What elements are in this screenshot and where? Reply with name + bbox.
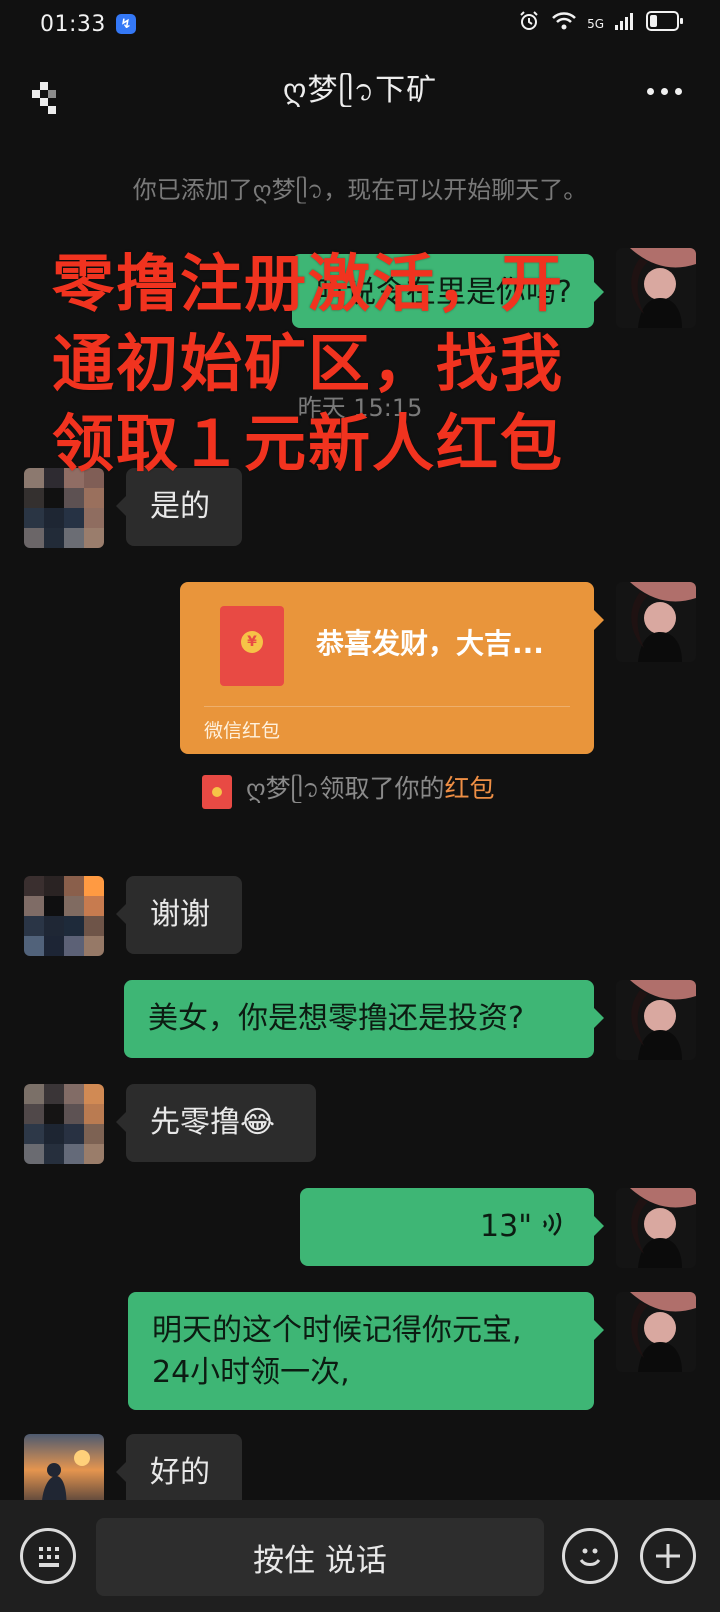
voice-wave-icon: [540, 1213, 564, 1241]
red-packet-claimed-notice: ღ梦ᥫ᭡领取了你的红包: [202, 772, 495, 812]
message-text: 美女，你是想零撸还是投资?: [148, 1001, 524, 1036]
battery-icon: [646, 10, 684, 38]
coin-icon: ¥: [241, 631, 263, 653]
message-line-1: 明天的这个时候记得你元宝,: [152, 1313, 522, 1348]
timestamp: 昨天 15:15: [297, 394, 423, 422]
signal-icon: [614, 11, 636, 37]
emoji-icon[interactable]: [562, 1528, 618, 1584]
self-avatar[interactable]: [616, 582, 696, 662]
self-avatar[interactable]: [616, 1188, 696, 1268]
friend-added-notice: 你已添加了ღ梦ᥫ᭡，现在可以开始聊天了。: [132, 176, 588, 204]
message-bubble-contact-1[interactable]: 是的: [116, 468, 242, 546]
status-left: 01:33 ↯: [40, 12, 136, 37]
contact-avatar[interactable]: [24, 876, 104, 956]
more-options-icon[interactable]: [647, 88, 682, 95]
back-icon[interactable]: [32, 82, 60, 118]
input-toolbar: 按住 说话: [0, 1500, 720, 1612]
message-bubble-self-4[interactable]: 明天的这个时候记得你元宝, 24小时领一次,: [128, 1292, 604, 1410]
keyboard-icon[interactable]: [20, 1528, 76, 1584]
alarm-icon: [517, 9, 541, 39]
voice-duration: 13": [480, 1209, 532, 1244]
chat-title: ღ梦ᥫ᭡下矿: [282, 72, 438, 108]
voice-message-bubble[interactable]: 13": [300, 1188, 604, 1266]
notification-app-icon: ↯: [115, 14, 136, 34]
status-right: 5G: [517, 9, 684, 39]
message-bubble-contact-2[interactable]: 谢谢: [116, 876, 242, 954]
red-packet-envelope-icon: ¥: [220, 606, 284, 686]
claim-prefix: ღ梦ᥫ᭡领取了你的: [246, 773, 445, 803]
red-packet-label: 微信红包: [204, 720, 281, 742]
message-text: 谢谢: [150, 897, 210, 932]
self-avatar[interactable]: [616, 248, 696, 328]
message-text: 是的: [150, 489, 210, 524]
self-avatar[interactable]: [616, 1292, 696, 1372]
message-bubble-contact-4[interactable]: 好的: [116, 1434, 242, 1500]
voice-message-content: 13": [324, 1206, 564, 1248]
message-line-2: 24小时领一次,: [152, 1355, 350, 1390]
wifi-icon: [551, 10, 577, 38]
plus-icon[interactable]: [640, 1528, 696, 1584]
red-packet-link[interactable]: 红包: [445, 774, 495, 803]
status-time: 01:33: [40, 11, 106, 37]
network-label: 5G: [587, 17, 604, 31]
message-area[interactable]: 你已添加了ღ梦ᥫ᭡，现在可以开始聊天了。 听说令在里是你吗? 昨天 15:15: [0, 138, 720, 1514]
self-avatar[interactable]: [616, 980, 696, 1060]
red-packet-small-icon: [202, 775, 232, 809]
red-packet-card[interactable]: ¥ 恭喜发财，大吉... 微信红包: [180, 582, 604, 754]
message-text: 好的: [150, 1455, 210, 1490]
red-packet-divider: [204, 706, 570, 707]
hold-to-talk-button[interactable]: 按住 说话: [96, 1518, 544, 1596]
chat-titlebar: ღ梦ᥫ᭡下矿: [0, 48, 720, 138]
contact-avatar[interactable]: [24, 1084, 104, 1164]
status-bar: 01:33 ↯ 5G: [0, 0, 720, 48]
message-bubble-self-1[interactable]: 听说令在里是你吗?: [292, 254, 604, 328]
wechat-chat-screen: 01:33 ↯ 5G ღ梦ᥫ᭡下矿 你已添加了ღ梦ᥫ᭡，现在可以开始聊天了。 听…: [0, 0, 720, 1612]
message-text: 先零撸😂: [150, 1105, 276, 1140]
contact-avatar[interactable]: [24, 468, 104, 548]
message-bubble-self-2[interactable]: 美女，你是想零撸还是投资?: [124, 980, 604, 1058]
red-packet-title: 恭喜发财，大吉...: [316, 627, 544, 660]
message-bubble-contact-3[interactable]: 先零撸😂: [116, 1084, 316, 1162]
message-text: 听说令在里是你吗?: [316, 275, 572, 310]
